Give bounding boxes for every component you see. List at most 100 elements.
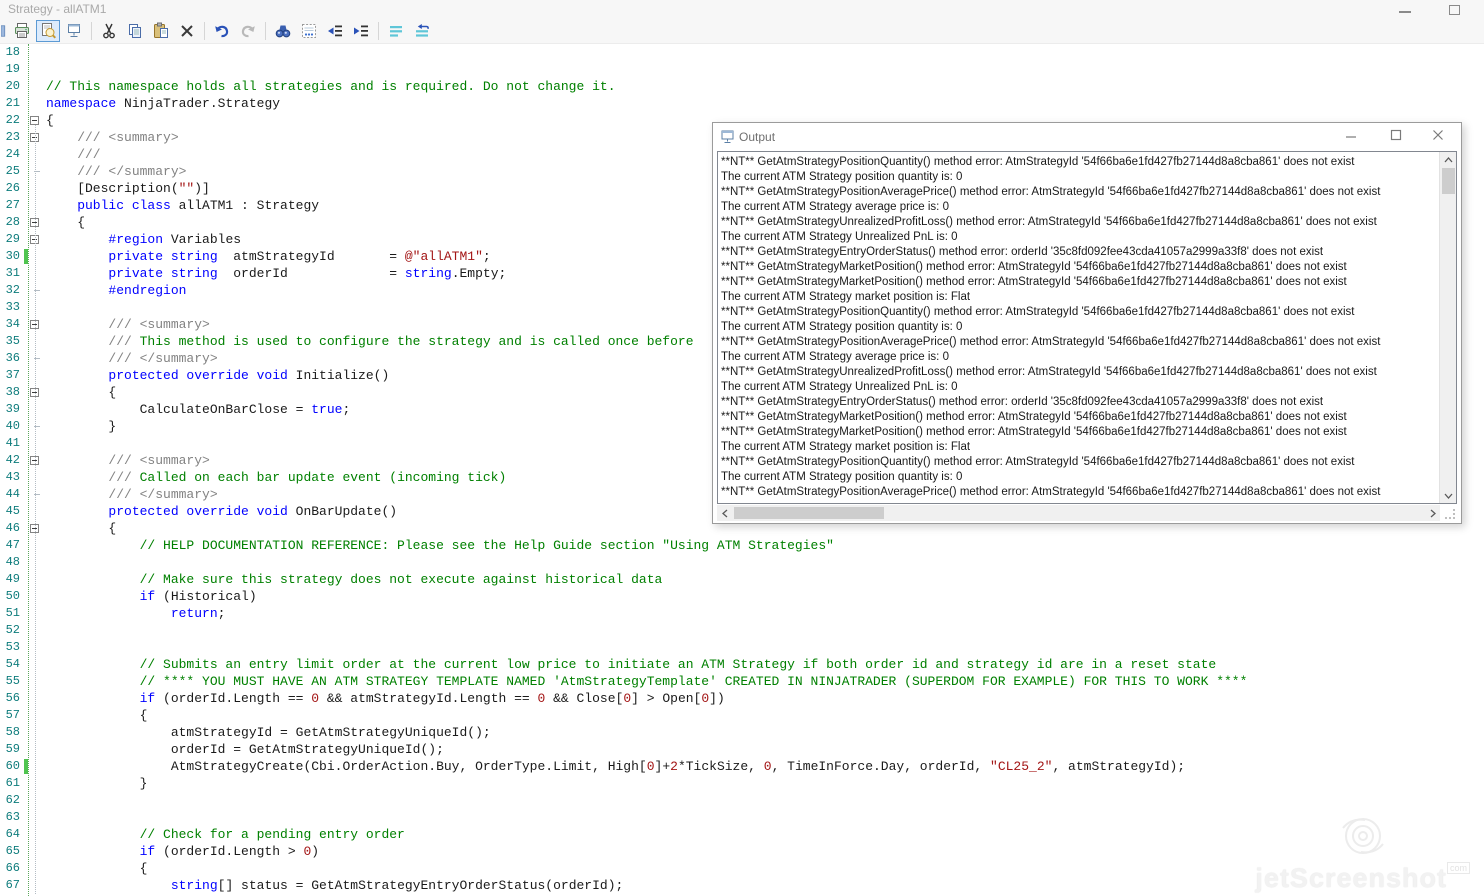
code-text: // Submits an entry limit order at the c…: [46, 657, 1217, 672]
line-number: 48: [5, 555, 20, 569]
uncomment-selection-icon[interactable]: [410, 20, 434, 42]
code-line[interactable]: 58 atmStrategyId = GetAtmStrategyUniqueI…: [0, 724, 1484, 741]
code-line[interactable]: 63: [0, 809, 1484, 826]
output-minimize-button[interactable]: [1336, 129, 1366, 145]
code-line[interactable]: 53: [0, 639, 1484, 656]
code-text: #region Variables: [46, 232, 242, 247]
code-line[interactable]: 18: [0, 44, 1484, 61]
delete-icon[interactable]: [175, 20, 199, 42]
fold-margin: [29, 78, 42, 95]
code-line[interactable]: 67 string[] status = GetAtmStrategyEntry…: [0, 877, 1484, 894]
comment-selection-icon[interactable]: [384, 20, 408, 42]
line-number: 58: [5, 725, 20, 739]
code-line[interactable]: 55 // **** YOU MUST HAVE AN ATM STRATEGY…: [0, 673, 1484, 690]
code-line[interactable]: 19: [0, 61, 1484, 78]
code-line[interactable]: 61 }: [0, 775, 1484, 792]
whitespace-icon[interactable]: [297, 20, 321, 42]
code-line[interactable]: 20 // This namespace holds all strategies…: [0, 78, 1484, 95]
code-line[interactable]: 49 // Make sure this strategy does not e…: [0, 571, 1484, 588]
line-number: 44: [5, 487, 20, 501]
code-line[interactable]: 64 // Check for a pending entry order: [0, 826, 1484, 843]
scroll-up-icon[interactable]: [1440, 152, 1456, 167]
line-number: 63: [5, 810, 20, 824]
output-log-line: **NT** GetAtmStrategyPositionAveragePric…: [721, 336, 1381, 348]
code-text: {: [46, 215, 86, 230]
output-log-line: **NT** GetAtmStrategyEntryOrderStatus() …: [721, 396, 1324, 408]
line-number: 18: [5, 45, 20, 59]
output-log-line: **NT** GetAtmStrategyUnrealizedProfitLos…: [721, 216, 1377, 228]
code-text: /// </summary>: [46, 351, 218, 366]
code-text: return;: [46, 606, 226, 621]
code-text: CalculateOnBarClose = true;: [46, 402, 351, 417]
outdent-icon[interactable]: [323, 20, 347, 42]
window-minimize-button[interactable]: [1392, 3, 1418, 17]
code-line[interactable]: 54 // Submits an entry limit order at th…: [0, 656, 1484, 673]
code-line[interactable]: 59 orderId = GetAtmStrategyUniqueId();: [0, 741, 1484, 758]
code-text: private string atmStrategyId = @"allATM1…: [46, 249, 491, 264]
find-icon[interactable]: [271, 20, 295, 42]
resize-grip[interactable]: [1441, 505, 1457, 521]
indent-icon[interactable]: [349, 20, 373, 42]
code-text: orderId = GetAtmStrategyUniqueId();: [46, 742, 444, 757]
scroll-left-icon[interactable]: [717, 505, 732, 521]
output-maximize-button[interactable]: [1381, 129, 1411, 145]
print-icon[interactable]: [10, 20, 34, 42]
line-number: 24: [5, 147, 20, 161]
line-number: 30: [5, 249, 20, 263]
code-line[interactable]: 50 if (Historical): [0, 588, 1484, 605]
print-preview-icon[interactable]: [36, 19, 60, 42]
scroll-down-icon[interactable]: [1440, 488, 1456, 503]
output-log-line: **NT** GetAtmStrategyEntryOrderStatus() …: [721, 246, 1324, 258]
code-line[interactable]: 60 AtmStrategyCreate(Cbi.OrderAction.Buy…: [0, 758, 1484, 775]
code-line[interactable]: 65 if (orderId.Length > 0): [0, 843, 1484, 860]
output-horizontal-scrollbar[interactable]: [717, 505, 1440, 521]
line-number: 65: [5, 844, 20, 858]
line-number: 42: [5, 453, 20, 467]
output-close-button[interactable]: [1423, 129, 1453, 145]
output-log-line: The current ATM Strategy market position…: [721, 441, 971, 453]
scroll-right-icon[interactable]: [1425, 505, 1440, 521]
code-text: }: [46, 776, 148, 791]
output-vertical-scrollbar[interactable]: [1439, 152, 1456, 503]
line-number: 39: [5, 402, 20, 416]
toolbar-separator: [91, 21, 92, 40]
code-line[interactable]: 51 return;: [0, 605, 1484, 622]
horizontal-scroll-thumb[interactable]: [734, 507, 884, 519]
code-line[interactable]: 48: [0, 554, 1484, 571]
fold-toggle[interactable]: [30, 116, 39, 125]
vertical-scroll-thumb[interactable]: [1442, 168, 1455, 194]
change-bar: [24, 249, 28, 264]
line-number: 59: [5, 742, 20, 756]
line-number: 50: [5, 589, 20, 603]
code-text: [Description("")]: [46, 181, 210, 196]
line-number: 38: [5, 385, 20, 399]
cut-icon[interactable]: [97, 20, 121, 42]
output-log[interactable]: **NT** GetAtmStrategyPositionQuantity() …: [717, 151, 1457, 504]
code-text: // This namespace holds all strategies a…: [46, 79, 616, 94]
code-line[interactable]: 52: [0, 622, 1484, 639]
line-number: 31: [5, 266, 20, 280]
line-number: 34: [5, 317, 20, 331]
redo-icon[interactable]: [236, 20, 260, 42]
code-line[interactable]: 66 {: [0, 860, 1484, 877]
undo-icon[interactable]: [210, 20, 234, 42]
paste-icon[interactable]: [149, 20, 173, 42]
code-text: atmStrategyId = GetAtmStrategyUniqueId()…: [46, 725, 491, 740]
code-line[interactable]: 47 // HELP DOCUMENTATION REFERENCE: Plea…: [0, 537, 1484, 554]
code-line[interactable]: 56 if (orderId.Length == 0 && atmStrateg…: [0, 690, 1484, 707]
code-line[interactable]: 62: [0, 792, 1484, 809]
code-text: private string orderId = string.Empty;: [46, 266, 507, 281]
output-log-line: **NT** GetAtmStrategyPositionAveragePric…: [721, 186, 1381, 198]
output-window[interactable]: Output **NT** GetAtmStrategyPositionQuan…: [712, 122, 1462, 524]
output-titlebar[interactable]: Output: [713, 123, 1461, 151]
line-number: 41: [5, 436, 20, 450]
code-text: {: [46, 708, 148, 723]
line-number: 37: [5, 368, 20, 382]
code-line[interactable]: 57 {: [0, 707, 1484, 724]
output-window-icon[interactable]: [62, 20, 86, 42]
window-maximize-button[interactable]: [1442, 3, 1468, 17]
line-number: 64: [5, 827, 20, 841]
code-line[interactable]: 21 namespace NinjaTrader.Strategy: [0, 95, 1484, 112]
copy-icon[interactable]: [123, 20, 147, 42]
